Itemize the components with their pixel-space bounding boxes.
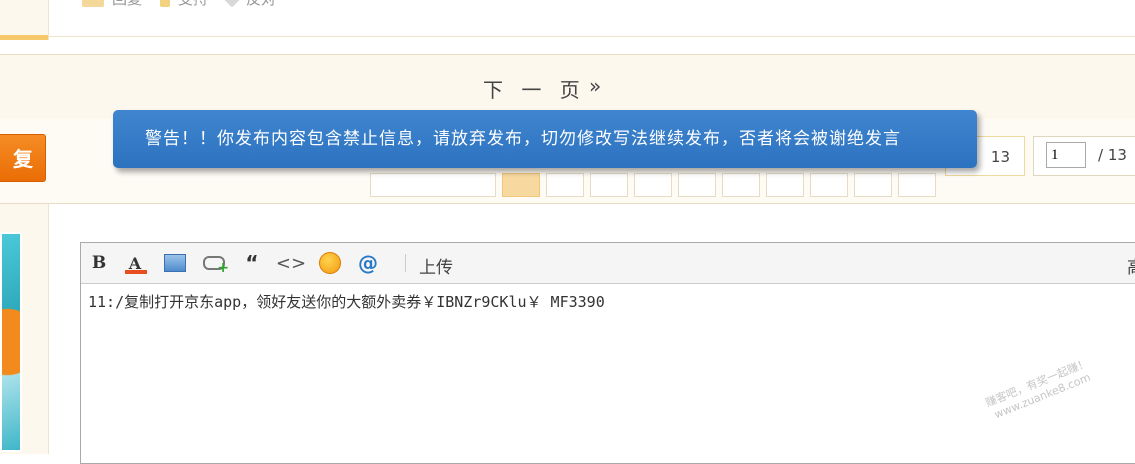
upload-button[interactable]: 上传: [419, 253, 453, 278]
reply-action[interactable]: 回复: [82, 0, 142, 9]
support-icon: [160, 0, 171, 7]
link-icon: +: [203, 256, 229, 276]
image-button[interactable]: [163, 251, 187, 275]
reply-button[interactable]: 复: [0, 134, 46, 182]
page-button[interactable]: [590, 173, 628, 197]
reply-action-label: 回复: [112, 0, 142, 9]
page-button[interactable]: [766, 173, 804, 197]
author-column-top: [0, 0, 49, 40]
mention-button[interactable]: @: [356, 251, 380, 275]
link-button[interactable]: +: [202, 251, 229, 276]
avatar[interactable]: [0, 232, 22, 452]
oppose-action[interactable]: 反对: [223, 0, 276, 9]
toolbar-divider: [405, 254, 406, 272]
color-bar-icon: [125, 270, 147, 274]
page-jump: / 13: [1033, 136, 1135, 176]
editor-textarea[interactable]: 11:/复制打开京东app，领好友送你的大额外卖券￥IBNZr9CKlu￥ MF…: [88, 291, 605, 312]
editor-toolbar: B A + “ <> @ 上传 高: [81, 243, 1135, 284]
image-icon: [164, 254, 186, 272]
page-button[interactable]: [546, 173, 584, 197]
page-jump-input[interactable]: [1046, 142, 1086, 168]
page-button[interactable]: [370, 173, 496, 197]
oppose-action-label: 反对: [246, 0, 276, 9]
page-button[interactable]: [722, 173, 760, 197]
page-button[interactable]: [634, 173, 672, 197]
page-button[interactable]: [854, 173, 892, 197]
page-button[interactable]: [898, 173, 936, 197]
page-jump-total: / 13: [1098, 146, 1127, 164]
warning-tooltip: 警告！！你发布内容包含禁止信息，请放弃发布，切勿修改写法继续发布，否者将会被谢绝…: [113, 110, 977, 168]
emoji-button[interactable]: [318, 251, 342, 275]
post-actions: 回复 支持 反对: [82, 0, 276, 9]
font-color-button[interactable]: A: [123, 251, 147, 275]
oppose-icon: [223, 0, 241, 7]
next-page-link[interactable]: 下 一 页: [483, 74, 586, 103]
advanced-mode-link[interactable]: 高: [1127, 253, 1135, 278]
code-button[interactable]: <>: [276, 251, 306, 275]
reply-editor: B A + “ <> @ 上传 高 11:/复制打开京东app，领好友送你的大额…: [80, 242, 1135, 464]
page-number-list: [370, 173, 936, 197]
divider: [48, 36, 1135, 37]
smiley-icon: [319, 252, 341, 274]
next-page-arrow[interactable]: »: [589, 74, 601, 98]
page-button-current[interactable]: [502, 173, 540, 197]
support-action-label: 支持: [178, 0, 208, 9]
page-button[interactable]: [678, 173, 716, 197]
page-button[interactable]: [810, 173, 848, 197]
reply-icon: [82, 0, 104, 7]
quote-button[interactable]: “: [240, 251, 264, 275]
bold-button[interactable]: B: [87, 251, 111, 275]
support-action[interactable]: 支持: [160, 0, 208, 9]
post-actions-strip: 回复 支持 反对: [0, 0, 1135, 40]
